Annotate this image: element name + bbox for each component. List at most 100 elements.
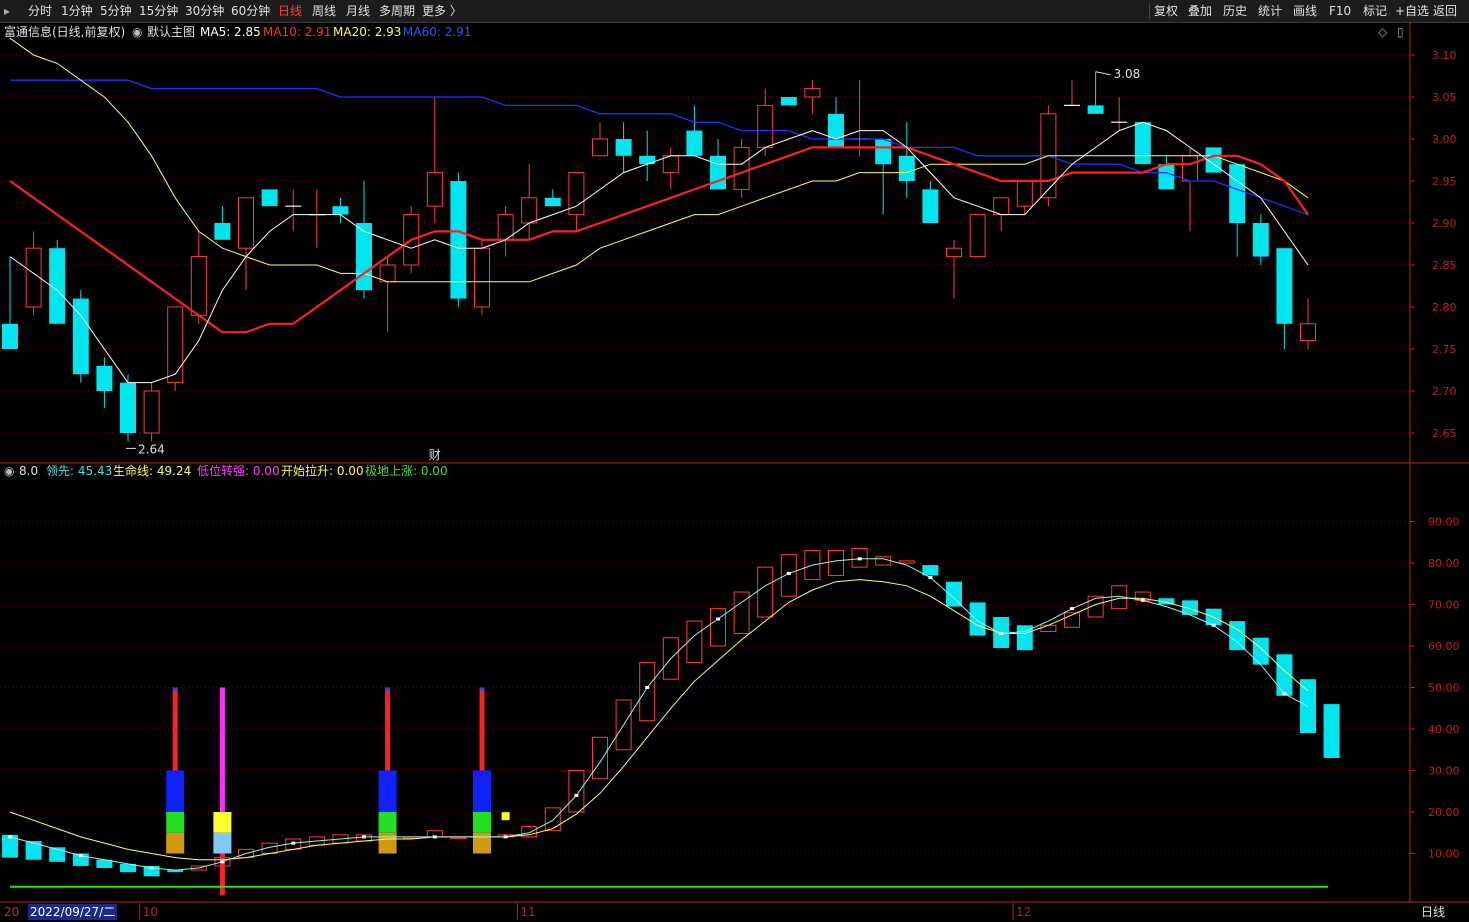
candle-down xyxy=(49,248,66,324)
low-strong-signal xyxy=(219,687,225,812)
stats-button[interactable]: 统计 xyxy=(1258,3,1282,19)
main-axis-label: 2.90 xyxy=(1432,217,1457,230)
lead-dot xyxy=(786,571,791,575)
sub-bar-up xyxy=(214,857,231,867)
sub-bar-down xyxy=(1300,679,1316,734)
candle-up xyxy=(238,197,254,249)
lead-dot xyxy=(716,617,720,621)
draw-line-button[interactable]: 画线 xyxy=(1293,3,1317,19)
sub-axis-label: 10.00 xyxy=(1428,848,1460,861)
main-axis-label: 2.95 xyxy=(1432,175,1457,188)
tab-more[interactable]: 更多 〉 xyxy=(422,3,462,19)
menu-arrow-icon[interactable]: ▸ xyxy=(4,3,10,19)
tab-weekly[interactable]: 周线 xyxy=(312,3,336,19)
sub-bar-up xyxy=(474,834,490,838)
sub-axis-label: 30.00 xyxy=(1428,765,1460,778)
adjust-button[interactable]: 复权 xyxy=(1154,3,1178,19)
pull-up-value: 开始拉升: 0.00 xyxy=(281,464,364,478)
sub-bar-up xyxy=(1087,595,1104,618)
month-label: 10 xyxy=(143,905,158,919)
history-button[interactable]: 历史 xyxy=(1223,3,1247,19)
lead-line xyxy=(9,558,1309,871)
main-axis-label: 2.85 xyxy=(1432,259,1457,272)
stock-title[interactable]: 富通信息(日线,前复权) xyxy=(4,24,125,40)
candle-down xyxy=(898,155,915,181)
extreme-rise-value: 极地上涨: 0.00 xyxy=(365,464,448,478)
life-line xyxy=(9,579,1309,861)
month-label: 11 xyxy=(520,905,535,919)
period-label[interactable]: 日线 xyxy=(1421,903,1445,920)
sub-axis-label: 80.00 xyxy=(1428,557,1460,570)
window-restore-icon[interactable]: ▯ xyxy=(1397,24,1404,40)
low-strong-value: 低位转强: 0.00 xyxy=(197,464,280,478)
candle-up xyxy=(25,247,42,308)
sub-axis-label: 40.00 xyxy=(1428,723,1460,736)
mark-button[interactable]: 标记 xyxy=(1363,3,1387,19)
signal-cap xyxy=(172,687,178,691)
sub-bar-down xyxy=(1323,704,1340,759)
sub-bar-up xyxy=(356,834,372,842)
tab-1min[interactable]: 1分钟 xyxy=(61,3,93,19)
sub-bar-down xyxy=(49,847,66,862)
f10-button[interactable]: F10 xyxy=(1329,3,1351,19)
indicator-toggle-icon[interactable]: ◉ xyxy=(132,24,142,40)
sub-bar-up xyxy=(804,550,821,581)
signal-cap xyxy=(479,687,485,691)
pull-up-signal xyxy=(479,687,485,771)
candle-up xyxy=(1182,155,1198,182)
sub-bar-up xyxy=(710,608,726,647)
high-price-label: 3.08 xyxy=(1114,67,1141,81)
main-indicator-name[interactable]: 默认主图 xyxy=(147,24,195,40)
month-label: 12 xyxy=(1016,905,1031,919)
signal-blue-block xyxy=(166,770,185,812)
sub-bar-up xyxy=(332,834,349,844)
candle-down xyxy=(2,323,18,349)
candle-down xyxy=(1229,164,1246,223)
tab-60min[interactable]: 60分钟 xyxy=(231,3,270,19)
candle-down xyxy=(1276,248,1293,324)
tab-monthly[interactable]: 月线 xyxy=(346,3,370,19)
main-axis-label: 2.65 xyxy=(1432,427,1457,440)
back-button[interactable]: 返回 xyxy=(1433,3,1457,19)
tab-30min[interactable]: 30分钟 xyxy=(185,3,224,19)
sub-bar-down xyxy=(1229,621,1246,651)
overlay-button[interactable]: 叠加 xyxy=(1188,3,1212,19)
tab-daily[interactable]: 日线 xyxy=(278,3,302,19)
signal-marker xyxy=(501,812,510,821)
ma10-line xyxy=(9,146,1309,334)
candle-up xyxy=(946,247,962,258)
sub-indicator-toggle-icon[interactable]: ◉ xyxy=(4,463,14,479)
candle-down xyxy=(615,139,632,156)
tab-5min[interactable]: 5分钟 xyxy=(100,3,132,19)
sub-bar-down xyxy=(120,863,136,873)
candle-up xyxy=(592,138,608,157)
signal-green-block xyxy=(378,812,397,833)
candle-down xyxy=(1134,122,1151,165)
candle-down xyxy=(544,197,561,207)
tab-15min[interactable]: 15分钟 xyxy=(139,3,178,19)
signal-gold-block xyxy=(473,832,491,854)
sub-bar-up xyxy=(450,836,467,839)
sub-param-value[interactable]: 8.0 xyxy=(19,463,38,479)
main-axis-label: 3.05 xyxy=(1432,91,1457,104)
sub-bar-up xyxy=(875,556,892,566)
candle-up xyxy=(403,214,420,266)
ma20-value: MA20: 2.93 xyxy=(333,25,402,39)
sub-bar-up xyxy=(190,865,207,871)
chart-canvas[interactable]: 3.10 3.05 3.00 2.95 2.90 2.85 2.80 2.75 2.70 2.65… xyxy=(0,0,1469,922)
finance-event-marker[interactable]: 财 xyxy=(429,448,441,462)
sub-axis-label: 90.00 xyxy=(1428,516,1460,529)
candle-up xyxy=(143,390,160,434)
candle-up xyxy=(167,306,184,384)
diamond-icon[interactable]: ◇ xyxy=(1378,24,1387,40)
x-axis-year-prefix: 20 xyxy=(4,905,19,919)
tab-multi-period[interactable]: 多周期 xyxy=(379,3,415,19)
candle-down xyxy=(686,130,703,156)
sub-bar-down xyxy=(969,602,986,636)
lead-dot xyxy=(8,835,12,839)
sub-bar-up xyxy=(521,826,538,838)
tab-intraday[interactable]: 分时 xyxy=(28,3,52,19)
candle-down xyxy=(332,206,349,215)
add-watchlist-button[interactable]: +自选 xyxy=(1395,3,1429,19)
candle-up xyxy=(497,214,514,241)
